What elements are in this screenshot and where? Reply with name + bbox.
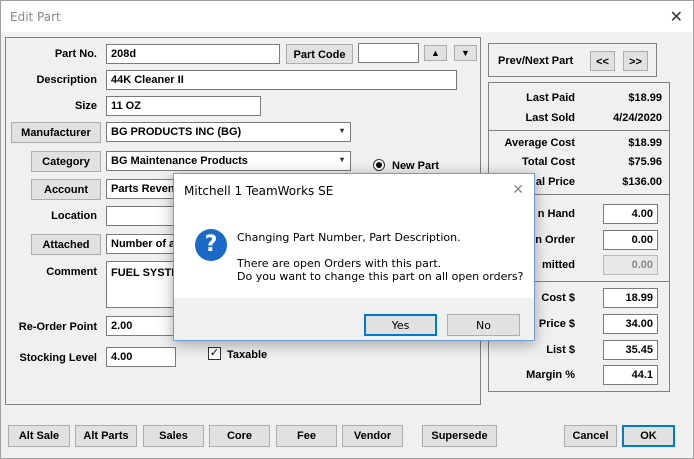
- total-price-value: $136.00: [622, 176, 662, 188]
- size-label: Size: [74, 100, 97, 112]
- on-hand-field[interactable]: 4.00: [603, 204, 658, 224]
- new-part-label: New Part: [392, 160, 440, 172]
- close-icon[interactable]: ✕: [670, 7, 683, 26]
- vendor-button[interactable]: Vendor: [342, 425, 403, 447]
- total-cost-value: $75.96: [628, 156, 662, 168]
- alt-sale-button[interactable]: Alt Sale: [8, 425, 70, 447]
- avg-cost-label: Average Cost: [504, 137, 575, 149]
- question-icon: ?: [195, 229, 227, 261]
- last-sold-value: 4/24/2020: [613, 112, 662, 124]
- category-value: BG Maintenance Products: [111, 155, 248, 167]
- account-button[interactable]: Account: [31, 179, 101, 200]
- last-paid-value: $18.99: [628, 92, 662, 104]
- title-bar: Edit Part ✕: [1, 1, 693, 32]
- stocking-label: Stocking Level: [19, 352, 97, 364]
- part-code-field[interactable]: [358, 43, 419, 63]
- alt-parts-button[interactable]: Alt Parts: [75, 425, 137, 447]
- margin-label: Margin %: [526, 369, 575, 381]
- close-icon[interactable]: ✕: [512, 182, 524, 198]
- part-code-button[interactable]: Part Code: [286, 44, 353, 64]
- on-order-field[interactable]: 0.00: [603, 230, 658, 250]
- core-button[interactable]: Core: [209, 425, 270, 447]
- list-field[interactable]: 35.45: [603, 340, 658, 360]
- stocking-field[interactable]: 4.00: [106, 347, 176, 367]
- last-sold-label: Last Sold: [525, 112, 575, 124]
- taxable-checkbox[interactable]: ✓: [208, 347, 221, 360]
- attached-field: Number of a: [106, 234, 176, 254]
- up-arrow-button[interactable]: ▲: [424, 45, 447, 61]
- comment-label: Comment: [46, 266, 97, 278]
- chevron-down-icon[interactable]: ▾: [336, 126, 348, 138]
- dialog-message-line2: There are open Orders with this part.: [237, 257, 442, 270]
- location-field[interactable]: [106, 206, 176, 226]
- up-arrow-icon: ▲: [431, 48, 440, 58]
- fee-button[interactable]: Fee: [276, 425, 337, 447]
- total-cost-label: Total Cost: [522, 156, 575, 168]
- reorder-label: Re-Order Point: [18, 321, 97, 333]
- next-part-button[interactable]: >>: [623, 51, 648, 71]
- check-icon: ✓: [209, 347, 220, 359]
- last-paid-label: Last Paid: [526, 92, 575, 104]
- committed-field: 0.00: [603, 255, 658, 275]
- chevron-down-icon[interactable]: ▾: [336, 155, 348, 167]
- supersede-button[interactable]: Supersede: [422, 425, 497, 447]
- list-label: List $: [546, 344, 575, 356]
- manufacturer-combo[interactable]: BG PRODUCTS INC (BG) ▾: [106, 122, 351, 142]
- account-field[interactable]: Parts Reven: [106, 179, 176, 199]
- size-field[interactable]: 11 OZ: [106, 96, 261, 116]
- manufacturer-button[interactable]: Manufacturer: [11, 122, 101, 143]
- dialog-message-line1: Changing Part Number, Part Description.: [237, 231, 461, 244]
- confirm-dialog: Mitchell 1 TeamWorks SE ✕ ? Changing Par…: [173, 173, 535, 341]
- avg-cost-value: $18.99: [628, 137, 662, 149]
- description-label: Description: [36, 74, 97, 86]
- description-field[interactable]: 44K Cleaner II: [106, 70, 457, 90]
- dialog-body: Mitchell 1 TeamWorks SE ✕ ? Changing Par…: [174, 174, 534, 298]
- cancel-button[interactable]: Cancel: [564, 425, 617, 447]
- dialog-title: Mitchell 1 TeamWorks SE: [184, 184, 334, 198]
- part-no-label: Part No.: [54, 48, 97, 60]
- location-label: Location: [51, 210, 97, 222]
- price-field[interactable]: 34.00: [603, 314, 658, 334]
- window-title: Edit Part: [10, 10, 61, 24]
- margin-field[interactable]: 44.1: [603, 365, 658, 385]
- yes-button[interactable]: Yes: [364, 314, 437, 336]
- dialog-message-line3: Do you want to change this part on all o…: [237, 270, 524, 283]
- prev-part-button[interactable]: <<: [590, 51, 615, 71]
- down-arrow-icon: ▼: [461, 48, 470, 58]
- taxable-label: Taxable: [227, 349, 268, 361]
- manufacturer-value: BG PRODUCTS INC (BG): [111, 126, 242, 138]
- no-button[interactable]: No: [447, 314, 520, 336]
- attached-button[interactable]: Attached: [31, 234, 101, 255]
- category-button[interactable]: Category: [31, 151, 101, 172]
- reorder-field[interactable]: 2.00: [106, 316, 176, 336]
- part-no-field[interactable]: 208d: [106, 44, 280, 64]
- category-combo[interactable]: BG Maintenance Products ▾: [106, 151, 351, 171]
- comment-field[interactable]: FUEL SYSTE: [106, 261, 176, 308]
- cost-field[interactable]: 18.99: [603, 288, 658, 308]
- prev-next-label: Prev/Next Part: [498, 55, 574, 67]
- down-arrow-button[interactable]: ▼: [454, 45, 477, 61]
- sales-button[interactable]: Sales: [143, 425, 204, 447]
- ok-button[interactable]: OK: [622, 425, 675, 447]
- new-part-radio[interactable]: [373, 159, 385, 171]
- divider: [489, 130, 669, 131]
